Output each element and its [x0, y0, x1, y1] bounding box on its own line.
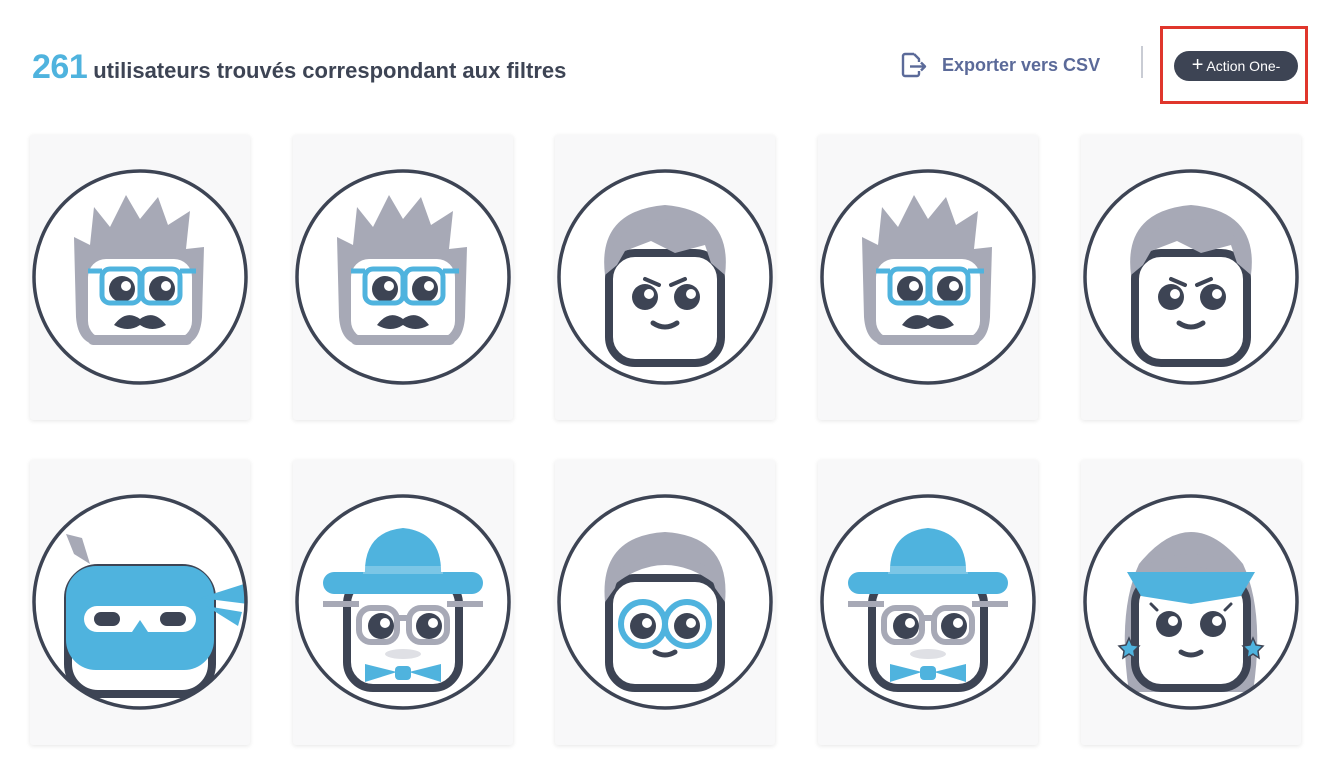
user-card[interactable]	[1081, 460, 1301, 745]
result-count: 261	[32, 48, 88, 86]
user-card[interactable]	[293, 460, 513, 745]
export-icon	[901, 52, 927, 78]
user-card[interactable]	[818, 135, 1038, 420]
result-title: utilisateurs trouvés correspondant aux f…	[93, 58, 567, 83]
angry-boy-avatar-icon	[557, 169, 773, 385]
user-card[interactable]	[293, 135, 513, 420]
angry-boy-avatar-icon	[1083, 169, 1299, 385]
mustache-glasses-avatar-icon	[32, 169, 248, 385]
round-glasses-avatar-icon	[557, 494, 773, 710]
hat-bowtie-avatar-icon	[820, 494, 1036, 710]
mustache-glasses-avatar-icon	[820, 169, 1036, 385]
user-card[interactable]	[555, 135, 775, 420]
mustache-glasses-avatar-icon	[295, 169, 511, 385]
user-card[interactable]	[818, 460, 1038, 745]
user-card[interactable]	[1081, 135, 1301, 420]
user-card[interactable]	[30, 460, 250, 745]
hat-bowtie-avatar-icon	[295, 494, 511, 710]
ninja-avatar-icon	[32, 494, 248, 710]
plus-icon: +	[1191, 54, 1204, 76]
results-heading: 261 utilisateurs trouvés correspondant au…	[32, 48, 566, 88]
user-card[interactable]	[30, 135, 250, 420]
action-one-button[interactable]: + Action One-	[1174, 51, 1298, 81]
export-csv-button[interactable]: Exporter vers CSV	[898, 50, 1100, 80]
export-label: Exporter vers CSV	[942, 54, 1101, 75]
action-one-label: Action One-	[1206, 58, 1281, 74]
user-card[interactable]	[555, 460, 775, 745]
toolbar-divider	[1141, 46, 1143, 78]
star-girl-avatar-icon	[1083, 494, 1299, 710]
